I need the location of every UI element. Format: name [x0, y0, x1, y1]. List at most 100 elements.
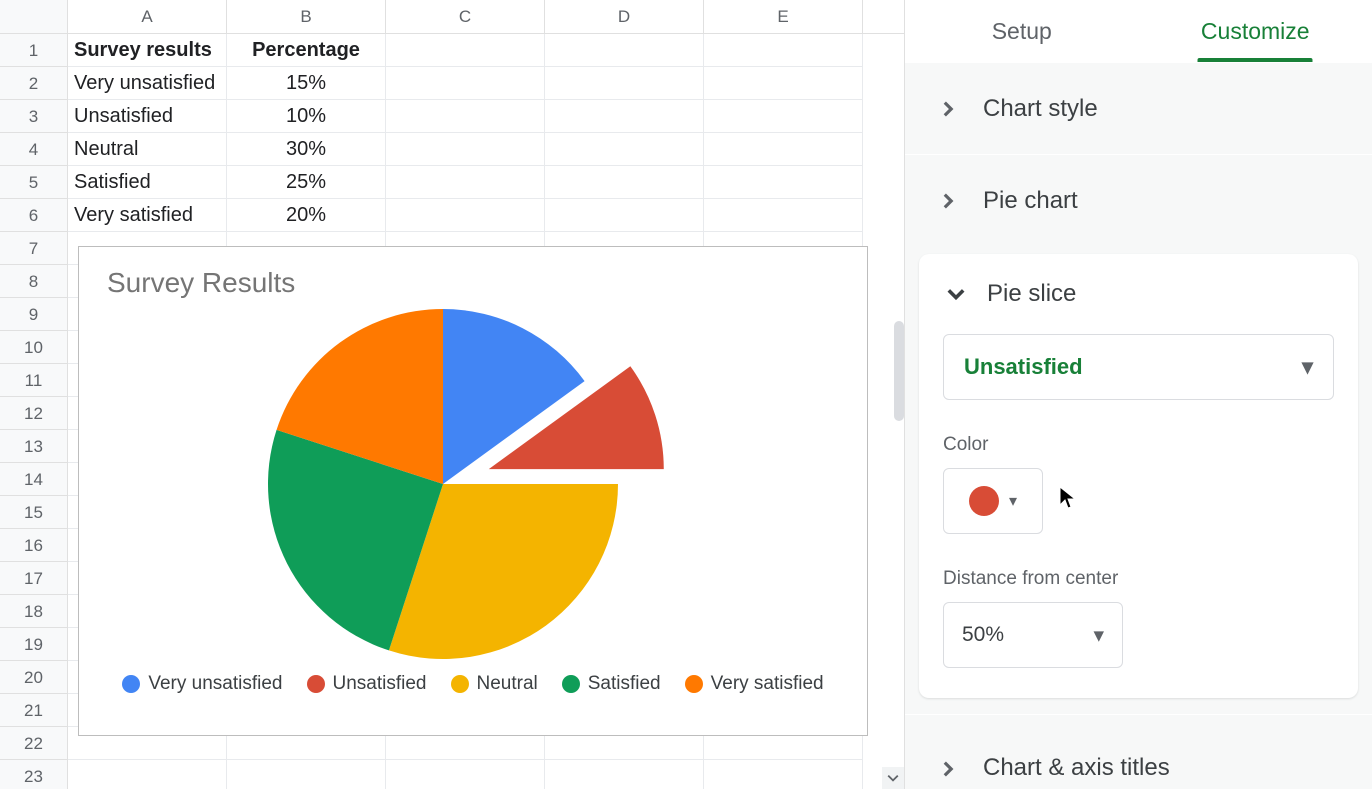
legend-label: Very unsatisfied — [148, 673, 282, 695]
caret-down-icon: ▾ — [1009, 491, 1017, 511]
cell[interactable] — [704, 166, 863, 199]
cell-a2[interactable]: Very unsatisfied — [68, 67, 227, 100]
column-header-e[interactable]: E — [704, 0, 863, 33]
cell-a4[interactable]: Neutral — [68, 133, 227, 166]
chevron-down-icon — [943, 281, 969, 307]
distance-select[interactable]: 50% ▾ — [943, 602, 1123, 668]
section-label: Pie slice — [987, 280, 1076, 308]
cell[interactable] — [386, 199, 545, 232]
row-header[interactable]: 15 — [0, 496, 67, 529]
cell-a1[interactable]: Survey results — [68, 34, 227, 67]
section-label: Chart & axis titles — [983, 754, 1170, 782]
column-header-c[interactable]: C — [386, 0, 545, 33]
cell-c1[interactable] — [386, 34, 545, 67]
cell[interactable] — [386, 166, 545, 199]
column-header-b[interactable]: B — [227, 0, 386, 33]
legend-item[interactable]: Satisfied — [562, 673, 661, 695]
cell-b2[interactable]: 15% — [227, 67, 386, 100]
cell[interactable] — [386, 100, 545, 133]
cell[interactable] — [545, 199, 704, 232]
chevron-right-icon — [935, 96, 961, 122]
cell[interactable] — [545, 166, 704, 199]
cell-e1[interactable] — [704, 34, 863, 67]
row-header[interactable]: 16 — [0, 529, 67, 562]
row-header[interactable]: 4 — [0, 133, 67, 166]
row-header[interactable]: 10 — [0, 331, 67, 364]
distance-value: 50% — [962, 623, 1004, 647]
legend-label: Unsatisfied — [333, 673, 427, 695]
chart-legend: Very unsatisfied Unsatisfied Neutral Satisf… — [79, 669, 867, 695]
row-header[interactable]: 12 — [0, 397, 67, 430]
cell[interactable] — [704, 100, 863, 133]
cell-b5[interactable]: 25% — [227, 166, 386, 199]
row-header[interactable]: 14 — [0, 463, 67, 496]
cell[interactable] — [386, 133, 545, 166]
cell[interactable] — [545, 100, 704, 133]
row-header[interactable]: 13 — [0, 430, 67, 463]
chart-title: Survey Results — [79, 247, 867, 299]
slice-color-picker[interactable]: ▾ — [943, 468, 1043, 534]
cell-b6[interactable]: 20% — [227, 199, 386, 232]
section-chart-axis-titles[interactable]: Chart & axis titles — [905, 714, 1372, 784]
row-header[interactable]: 20 — [0, 661, 67, 694]
cell[interactable] — [545, 133, 704, 166]
color-swatch — [969, 486, 999, 516]
slice-select[interactable]: Unsatisfied ▾ — [943, 334, 1334, 400]
row-header[interactable]: 19 — [0, 628, 67, 661]
tab-customize[interactable]: Customize — [1139, 0, 1372, 62]
section-chart-style[interactable]: Chart style — [905, 62, 1372, 154]
cell-a6[interactable]: Very satisfied — [68, 199, 227, 232]
section-pie-chart[interactable]: Pie chart — [905, 154, 1372, 246]
cell[interactable] — [386, 67, 545, 100]
legend-label: Neutral — [477, 673, 538, 695]
vertical-scrollbar[interactable] — [894, 321, 904, 421]
cell[interactable] — [704, 133, 863, 166]
row-header[interactable]: 5 — [0, 166, 67, 199]
legend-color-dot — [122, 675, 140, 693]
legend-item[interactable]: Neutral — [451, 673, 538, 695]
cell-grid[interactable]: Survey results Percentage Very unsatisfi… — [68, 34, 904, 789]
row-header[interactable]: 3 — [0, 100, 67, 133]
row-header[interactable]: 1 — [0, 34, 67, 67]
cell-a3[interactable]: Unsatisfied — [68, 100, 227, 133]
cell-b3[interactable]: 10% — [227, 100, 386, 133]
select-all-corner[interactable] — [0, 0, 68, 33]
cell[interactable] — [545, 67, 704, 100]
cell-b4[interactable]: 30% — [227, 133, 386, 166]
pie-chart[interactable] — [243, 299, 703, 669]
row-header[interactable]: 18 — [0, 595, 67, 628]
legend-item[interactable]: Very unsatisfied — [122, 673, 282, 695]
caret-down-icon: ▾ — [1302, 354, 1313, 380]
row-header[interactable]: 8 — [0, 265, 67, 298]
spreadsheet: A B C D E 1 2 3 4 5 6 7 8 9 10 11 12 13 … — [0, 0, 904, 789]
chart-object[interactable]: Survey Results Very unsatisfied Unsatisfi… — [78, 246, 868, 736]
scroll-down-button[interactable] — [882, 767, 904, 789]
section-pie-slice-toggle[interactable]: Pie slice — [943, 280, 1334, 308]
row-header[interactable]: 9 — [0, 298, 67, 331]
row-header[interactable]: 6 — [0, 199, 67, 232]
tab-setup[interactable]: Setup — [905, 0, 1139, 62]
row-header[interactable]: 21 — [0, 694, 67, 727]
row-header[interactable]: 2 — [0, 67, 67, 100]
legend-item[interactable]: Very satisfied — [685, 673, 824, 695]
cell-a5[interactable]: Satisfied — [68, 166, 227, 199]
row-header[interactable]: 11 — [0, 364, 67, 397]
cell[interactable] — [704, 67, 863, 100]
legend-label: Very satisfied — [711, 673, 824, 695]
legend-item[interactable]: Unsatisfied — [307, 673, 427, 695]
chevron-right-icon — [935, 188, 961, 214]
cell[interactable] — [704, 199, 863, 232]
row-header[interactable]: 17 — [0, 562, 67, 595]
cell-b1[interactable]: Percentage — [227, 34, 386, 67]
tab-bar: Setup Customize — [905, 0, 1372, 62]
legend-color-dot — [685, 675, 703, 693]
row-headers: 1 2 3 4 5 6 7 8 9 10 11 12 13 14 15 16 1… — [0, 34, 68, 789]
column-header-a[interactable]: A — [68, 0, 227, 33]
row-header[interactable]: 23 — [0, 760, 67, 789]
cell-d1[interactable] — [545, 34, 704, 67]
legend-color-dot — [451, 675, 469, 693]
row-header[interactable]: 22 — [0, 727, 67, 760]
column-header-d[interactable]: D — [545, 0, 704, 33]
row-header[interactable]: 7 — [0, 232, 67, 265]
chart-editor-panel: Setup Customize Chart style Pie chart — [904, 0, 1372, 789]
